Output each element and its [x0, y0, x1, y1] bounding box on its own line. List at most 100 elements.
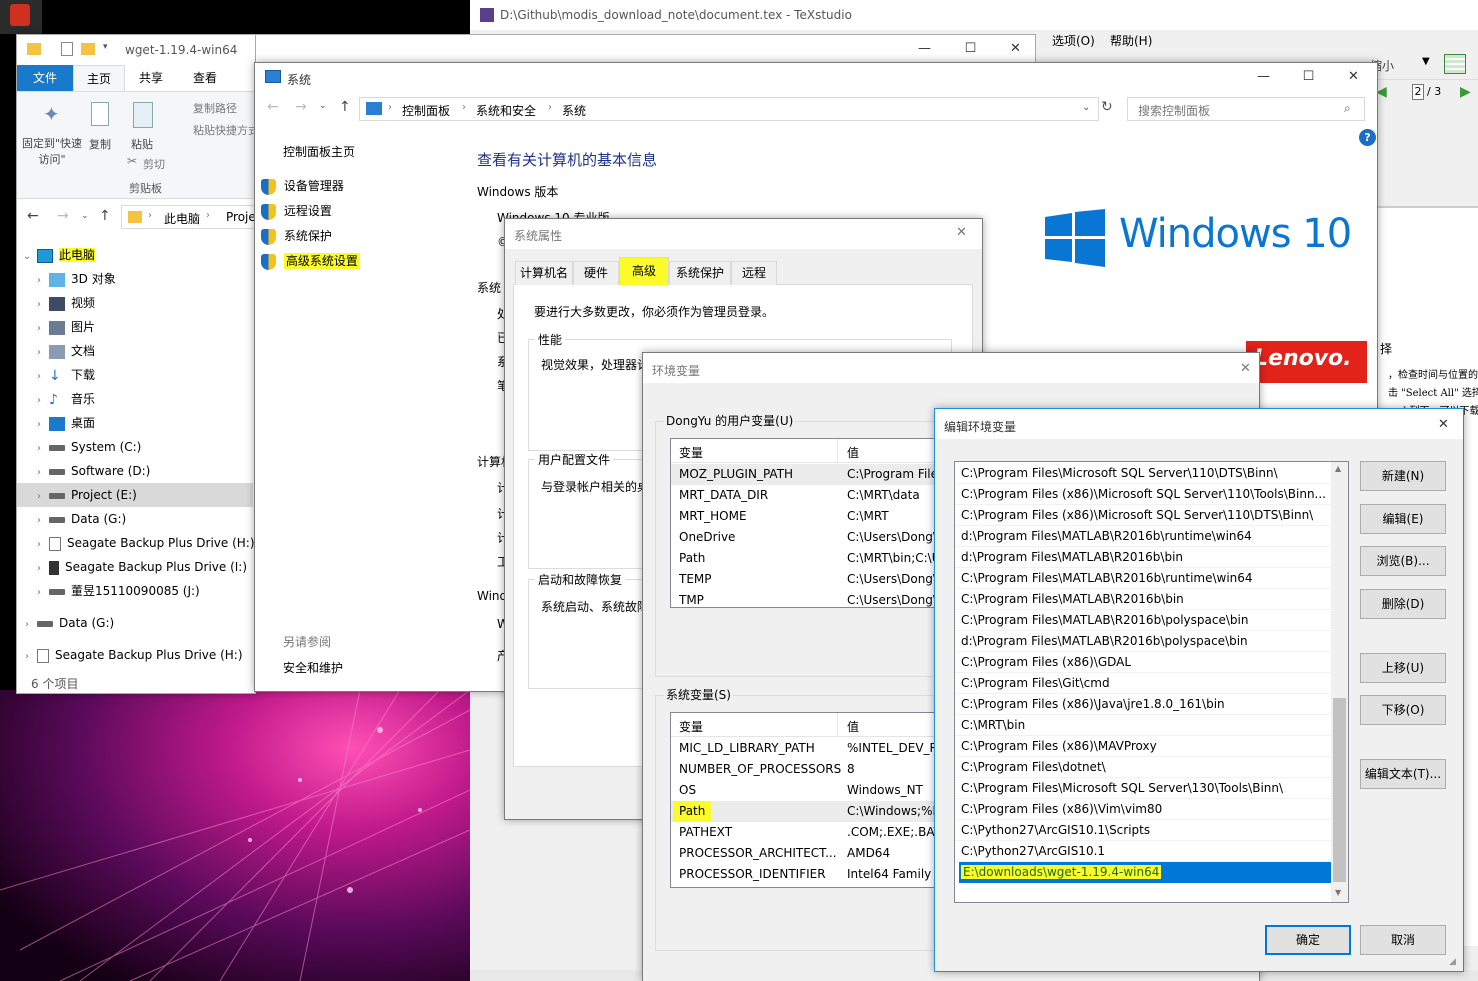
tree-item-music[interactable]: › ♪ 音乐: [17, 387, 253, 411]
up-icon[interactable]: ↑: [339, 99, 351, 115]
breadcrumb-control-panel[interactable]: 控制面板: [402, 102, 450, 119]
tree-item-g[interactable]: › Data (G:): [17, 507, 253, 531]
address-this-pc[interactable]: 此电脑: [164, 210, 200, 227]
tree-item-h2[interactable]: › Seagate Backup Plus Drive (H:): [17, 643, 253, 667]
path-entry[interactable]: C:\Program Files\dotnet\: [955, 757, 1331, 778]
tree-item-pictures[interactable]: › 图片: [17, 315, 253, 339]
explorer-close-button[interactable]: ✕: [993, 35, 1038, 63]
path-entry[interactable]: C:\Program Files (x86)\Microsoft SQL Ser…: [955, 484, 1331, 505]
collapsed-icon[interactable]: ›: [29, 557, 49, 581]
help-icon[interactable]: ?: [1359, 129, 1376, 146]
tab-remote[interactable]: 远程: [731, 261, 777, 285]
copy-button[interactable]: 复制: [85, 98, 121, 158]
system-minimize-button[interactable]: —: [1241, 63, 1286, 91]
tab-advanced[interactable]: 高级: [619, 257, 669, 286]
tab-hardware[interactable]: 硬件: [573, 261, 619, 285]
advanced-system-settings-link[interactable]: 高级系统设置: [261, 252, 360, 270]
tree-item-h[interactable]: › Seagate Backup Plus Drive (H:): [17, 531, 255, 555]
col-value-header[interactable]: 值: [847, 444, 859, 461]
tree-item-d[interactable]: › Software (D:): [17, 459, 253, 483]
path-entry[interactable]: C:\Program Files (x86)\Microsoft SQL Ser…: [955, 505, 1331, 526]
sysprops-close-button[interactable]: ✕: [939, 219, 982, 247]
collapsed-icon[interactable]: ›: [29, 389, 49, 413]
copy-path-button[interactable]: 复制路径: [193, 100, 237, 116]
column-divider[interactable]: [837, 439, 838, 463]
collapsed-icon[interactable]: ›: [29, 509, 49, 533]
col-variable-header[interactable]: 变量: [679, 444, 703, 461]
path-entry[interactable]: C:\Program Files\Git\cmd: [955, 673, 1331, 694]
path-entry[interactable]: C:\Program Files\Microsoft SQL Server\11…: [955, 463, 1331, 484]
back-icon[interactable]: ←: [267, 99, 279, 115]
recent-dropdown-icon[interactable]: ⌄: [319, 101, 327, 111]
new-folder-icon[interactable]: [81, 43, 95, 55]
tab-home[interactable]: 主页: [73, 65, 125, 92]
cancel-button[interactable]: 取消: [1360, 925, 1446, 955]
move-down-button[interactable]: 下移(O): [1360, 695, 1446, 725]
browse-button[interactable]: 浏览(B)...: [1360, 546, 1446, 576]
column-divider[interactable]: [837, 713, 838, 737]
path-list-scrollbar[interactable]: ▲ ▼: [1331, 462, 1348, 902]
tree-item-video[interactable]: › 视频: [17, 291, 253, 315]
tree-item-downloads[interactable]: › ↓ 下载: [17, 363, 253, 387]
menu-options[interactable]: 选项(O): [1052, 32, 1095, 49]
system-protection-link[interactable]: 系统保护: [261, 227, 332, 245]
move-up-button[interactable]: 上移(U): [1360, 653, 1446, 683]
collapsed-icon[interactable]: ›: [29, 317, 49, 341]
tree-item-3d[interactable]: › 3D 对象: [17, 267, 253, 291]
path-entry[interactable]: d:\Program Files\MATLAB\R2016b\bin: [955, 547, 1331, 568]
next-page-icon[interactable]: ▶: [1460, 84, 1471, 100]
expanded-icon[interactable]: ⌄: [17, 245, 37, 269]
col-value-header[interactable]: 值: [847, 718, 859, 735]
recent-dropdown-icon[interactable]: ⌄: [81, 211, 89, 221]
tree-item-desktop[interactable]: › 桌面: [17, 411, 253, 435]
forward-icon[interactable]: →: [295, 99, 307, 115]
refresh-icon[interactable]: ↻: [1101, 99, 1113, 115]
remote-settings-link[interactable]: 远程设置: [261, 202, 332, 220]
path-entry-selected[interactable]: E:\downloads\wget-1.19.4-win64: [959, 862, 1331, 883]
col-variable-header[interactable]: 变量: [679, 718, 703, 735]
collapsed-icon[interactable]: ›: [29, 581, 49, 605]
path-entry[interactable]: d:\Program Files\MATLAB\R2016b\runtime\w…: [955, 526, 1331, 547]
path-entry[interactable]: C:\Python27\ArcGIS10.1: [955, 841, 1331, 862]
scroll-up-icon[interactable]: ▲: [1335, 464, 1341, 473]
tab-file[interactable]: 文件: [17, 65, 73, 91]
path-entry[interactable]: C:\Program Files\MATLAB\R2016b\bin: [955, 589, 1331, 610]
explorer-minimize-button[interactable]: —: [902, 35, 947, 63]
pin-button[interactable]: ✦ 固定到"快速访问": [21, 98, 83, 178]
paste-button[interactable]: 粘贴: [125, 98, 165, 158]
path-list[interactable]: C:\Program Files\Microsoft SQL Server\11…: [954, 461, 1349, 903]
edit-text-button[interactable]: 编辑文本(T)...: [1360, 759, 1446, 789]
path-entry[interactable]: C:\Python27\ArcGIS10.1\Scripts: [955, 820, 1331, 841]
desktop-app-icon[interactable]: [0, 0, 42, 34]
collapsed-icon[interactable]: ›: [17, 645, 37, 669]
tree-item-documents[interactable]: › 文档: [17, 339, 253, 363]
collapsed-icon[interactable]: ›: [29, 413, 49, 437]
breadcrumb-security[interactable]: 系统和安全: [476, 102, 536, 119]
system-address-box[interactable]: › 控制面板 › 系统和安全 › 系统 ⌄: [359, 97, 1099, 121]
forward-icon[interactable]: →: [57, 208, 69, 224]
collapsed-icon[interactable]: ›: [29, 269, 49, 293]
tree-item-j[interactable]: › 董昱15110090085 (J:): [17, 579, 253, 603]
tab-computer-name[interactable]: 计算机名: [515, 261, 573, 285]
collapsed-icon[interactable]: ›: [29, 293, 49, 317]
tree-item-g2[interactable]: › Data (G:): [17, 611, 253, 635]
new-button[interactable]: 新建(N): [1360, 461, 1446, 491]
control-panel-search[interactable]: 搜索控制面板 ⌕: [1127, 97, 1365, 121]
collapsed-icon[interactable]: ›: [29, 341, 49, 365]
page-number-input[interactable]: 2: [1412, 84, 1424, 100]
device-manager-link[interactable]: 设备管理器: [261, 177, 344, 195]
scroll-thumb[interactable]: [1333, 698, 1346, 882]
system-maximize-button[interactable]: ☐: [1286, 63, 1331, 91]
tree-item-c[interactable]: › System (C:): [17, 435, 253, 459]
collapsed-icon[interactable]: ›: [29, 437, 49, 461]
delete-button[interactable]: 删除(D): [1360, 589, 1446, 619]
tab-system-protection[interactable]: 系统保护: [669, 261, 731, 285]
path-entry[interactable]: C:\Program Files (x86)\GDAL: [955, 652, 1331, 673]
tab-view[interactable]: 查看: [177, 65, 233, 91]
path-entry[interactable]: C:\Program Files (x86)\MAVProxy: [955, 736, 1331, 757]
path-entry[interactable]: d:\Program Files\MATLAB\R2016b\polyspace…: [955, 631, 1331, 652]
path-entry[interactable]: C:\Program Files (x86)\Java\jre1.8.0_161…: [955, 694, 1331, 715]
resize-grip-icon[interactable]: ◢: [1449, 957, 1456, 967]
path-entry[interactable]: C:\Program Files\MATLAB\R2016b\runtime\w…: [955, 568, 1331, 589]
collapsed-icon[interactable]: ›: [29, 485, 49, 509]
